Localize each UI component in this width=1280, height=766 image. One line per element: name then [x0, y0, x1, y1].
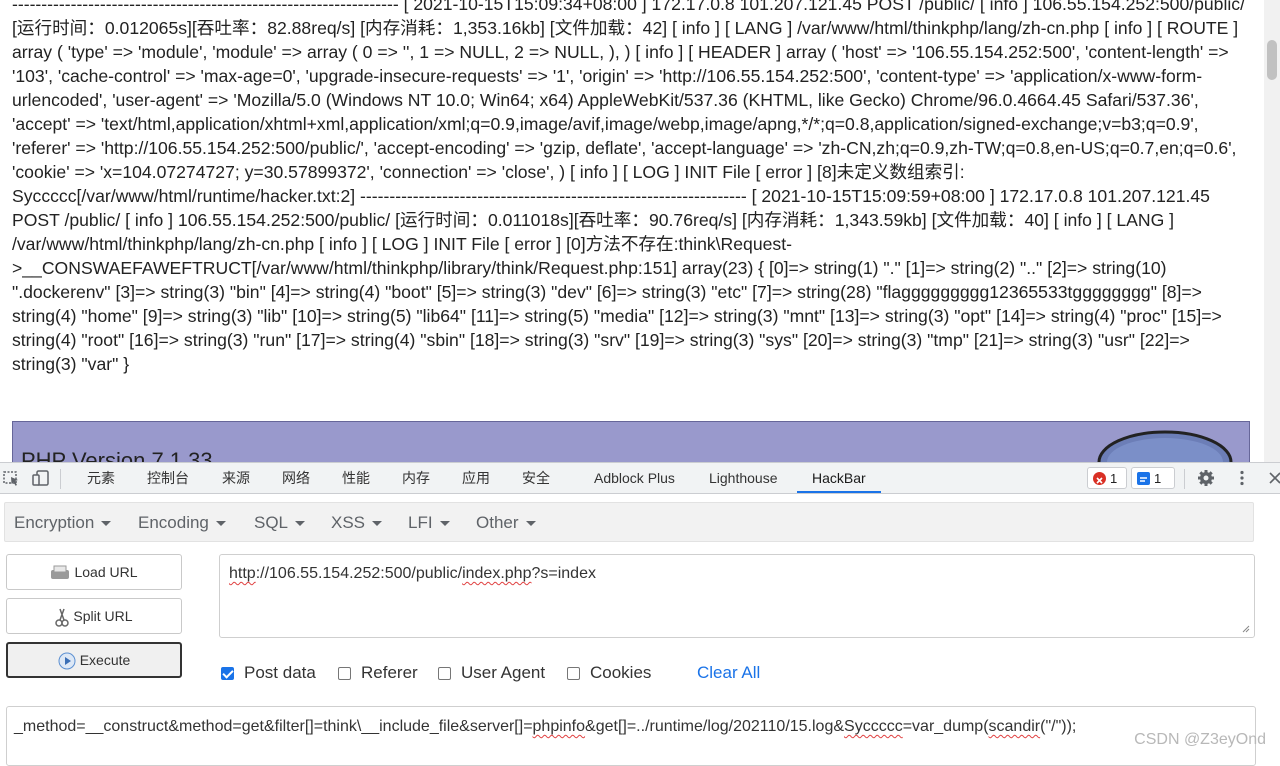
post-data-label: Post data [244, 663, 316, 682]
error-count-badge[interactable]: 1 [1087, 467, 1127, 489]
caret-down-icon [101, 521, 112, 527]
post-body-part: _method=__construct&method=get&filter[]=… [14, 718, 533, 735]
tab-lighthouse[interactable]: Lighthouse [709, 463, 778, 493]
hackbar-menu-bar: Encryption Encoding SQL XSS LFI Other [4, 502, 1254, 542]
menu-label: Encoding [138, 513, 209, 532]
post-data-input[interactable]: _method=__construct&method=get&filter[]=… [6, 706, 1256, 766]
post-data-checkbox[interactable] [221, 667, 234, 680]
play-icon [58, 652, 76, 670]
execute-label: Execute [79, 652, 131, 668]
php-info-banner: PHP Version 7.1.33 [12, 421, 1250, 462]
caret-down-icon [525, 521, 536, 527]
page-content: ----------------------------------------… [0, 0, 1280, 462]
csdn-watermark: CSDN @Z3eyOnd [1134, 731, 1266, 748]
menu-encryption[interactable]: Encryption [14, 512, 112, 534]
close-icon[interactable] [1266, 469, 1280, 487]
tab-elements[interactable]: 元素 [87, 463, 115, 493]
user-agent-checkbox[interactable] [438, 667, 451, 680]
caret-down-icon [295, 521, 306, 527]
menu-label: SQL [254, 513, 289, 532]
toolbar-separator [60, 469, 61, 489]
execute-button[interactable]: Execute [6, 642, 182, 678]
load-url-icon [51, 565, 70, 580]
log-output-text: ----------------------------------------… [12, 0, 1245, 374]
tab-application[interactable]: 应用 [462, 463, 490, 493]
post-body-part: scandir [988, 718, 1041, 735]
cookies-checkbox[interactable] [567, 667, 580, 680]
url-input[interactable]: http://106.55.154.252:500/public/index.p… [219, 554, 1255, 638]
php-logo-icon [1097, 430, 1233, 462]
tab-sources[interactable]: 来源 [222, 463, 250, 493]
error-icon [1093, 472, 1106, 485]
menu-label: XSS [331, 513, 366, 532]
clear-all-link[interactable]: Clear All [697, 662, 760, 684]
menu-other[interactable]: Other [476, 512, 536, 534]
post-body-part: phpinfo [532, 718, 586, 735]
menu-xss[interactable]: XSS [331, 512, 383, 534]
menu-label: LFI [408, 513, 433, 532]
resize-grip-icon[interactable] [1241, 624, 1250, 633]
tab-security[interactable]: 安全 [522, 463, 550, 493]
tab-console[interactable]: 控制台 [147, 463, 189, 493]
more-vertical-icon[interactable] [1233, 469, 1251, 487]
caret-down-icon [215, 521, 226, 527]
split-url-button[interactable]: Split URL [6, 598, 182, 634]
post-data-option[interactable]: Post data [221, 662, 316, 684]
tab-adblock-plus[interactable]: Adblock Plus [594, 463, 675, 493]
device-toolbar-icon[interactable] [32, 469, 50, 487]
post-body-part: ("/")); [1040, 718, 1077, 735]
user-agent-label: User Agent [461, 663, 546, 682]
referer-label: Referer [361, 663, 418, 682]
tab-performance[interactable]: 性能 [342, 463, 370, 493]
hackbar-panel: Encryption Encoding SQL XSS LFI Other Lo… [0, 494, 1280, 766]
tab-network[interactable]: 网络 [282, 463, 310, 493]
message-count: 1 [1154, 471, 1162, 486]
cookies-option[interactable]: Cookies [567, 662, 651, 684]
url-scheme: http [229, 565, 256, 582]
load-url-label: Load URL [74, 564, 138, 580]
active-tab-indicator [797, 491, 881, 493]
url-file: index.php [462, 565, 532, 582]
caret-down-icon [372, 521, 383, 527]
caret-down-icon [439, 521, 450, 527]
menu-lfi[interactable]: LFI [408, 512, 450, 534]
php-version-heading: PHP Version 7.1.33 [21, 448, 213, 462]
url-query: ?s=index [531, 565, 596, 582]
tab-memory[interactable]: 内存 [402, 463, 430, 493]
post-body-part: Syccccc [844, 718, 903, 735]
menu-label: Encryption [14, 513, 95, 532]
scissors-icon [55, 609, 70, 628]
referer-checkbox[interactable] [338, 667, 351, 680]
page-scrollbar-thumb[interactable] [1267, 40, 1277, 80]
inspect-icon[interactable] [2, 469, 20, 487]
page-scrollbar[interactable] [1264, 0, 1280, 462]
menu-encoding[interactable]: Encoding [138, 512, 226, 534]
toolbar-separator [1184, 469, 1185, 489]
load-url-button[interactable]: Load URL [6, 554, 182, 590]
devtools-tab-bar: 元素 控制台 来源 网络 性能 内存 应用 安全 Adblock Plus Li… [0, 462, 1280, 494]
url-host: ://106.55.154.252:500/public/ [255, 565, 463, 582]
message-icon [1137, 472, 1150, 485]
menu-sql[interactable]: SQL [254, 512, 306, 534]
gear-icon[interactable] [1197, 469, 1215, 487]
post-body-part: =var_dump( [902, 718, 989, 735]
tab-hackbar[interactable]: HackBar [812, 463, 866, 493]
message-count-badge[interactable]: 1 [1131, 467, 1175, 489]
error-count: 1 [1110, 471, 1118, 486]
user-agent-option[interactable]: User Agent [438, 662, 545, 684]
menu-label: Other [476, 513, 519, 532]
post-body-part: &get[]=../runtime/log/202110/15.log& [585, 718, 845, 735]
split-url-label: Split URL [73, 608, 133, 624]
cookies-label: Cookies [590, 663, 652, 682]
referer-option[interactable]: Referer [338, 662, 418, 684]
